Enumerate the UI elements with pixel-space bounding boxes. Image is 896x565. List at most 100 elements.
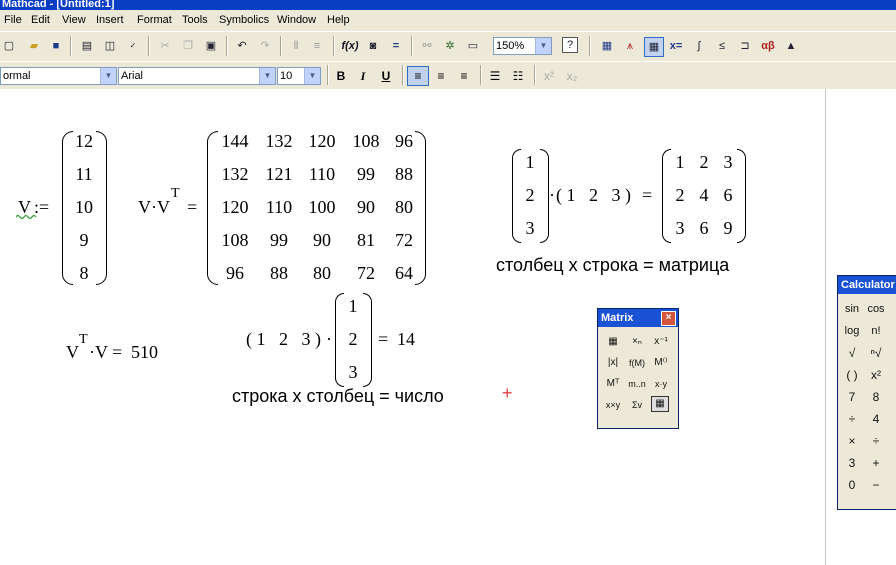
matrix-cell[interactable]: 96 xyxy=(386,131,422,152)
calculator-palette[interactable]: Calculator sin cos t log n! √ ⁿ√ ( ) x² … xyxy=(837,275,896,510)
matrix-cell[interactable]: 12 xyxy=(72,131,96,152)
calc-button-multiply[interactable]: × xyxy=(842,432,862,450)
matrix-cell[interactable]: 1 xyxy=(670,152,690,173)
calc-button-8[interactable]: 8 xyxy=(866,388,886,406)
boolean-toolbar-icon[interactable]: ≤ xyxy=(713,37,731,55)
matrix-cell[interactable]: 99 xyxy=(348,164,384,185)
underline-icon[interactable]: U xyxy=(376,66,396,86)
matrix-cell[interactable]: 8 xyxy=(72,263,96,284)
chevron-down-icon[interactable]: ▼ xyxy=(304,68,320,84)
matrix-cell[interactable]: 121 xyxy=(261,164,297,185)
matrix-cell[interactable]: 4 xyxy=(694,185,714,206)
undo-icon[interactable]: ↶ xyxy=(233,37,251,55)
font-select[interactable]: Arial ▼ xyxy=(118,67,276,85)
menu-view[interactable]: View xyxy=(62,14,86,26)
calc-button-7[interactable]: 7 xyxy=(842,388,862,406)
matrix-cell[interactable]: 100 xyxy=(304,197,340,218)
matrix-cell[interactable]: 80 xyxy=(386,197,422,218)
matrix-cell[interactable]: 120 xyxy=(217,197,253,218)
align-center-icon[interactable]: ≡ xyxy=(431,66,451,86)
calc-button-log[interactable]: log xyxy=(842,322,862,340)
menu-window[interactable]: Window xyxy=(277,14,316,26)
calc-button-sin[interactable]: sin xyxy=(842,300,862,318)
programming-toolbar-icon[interactable]: ⊐ xyxy=(736,37,754,55)
matrix-cell[interactable]: 64 xyxy=(386,263,422,284)
matrix-transpose-icon[interactable]: Mᵀ xyxy=(603,375,623,393)
matrix-cell[interactable]: 132 xyxy=(261,131,297,152)
style-select[interactable]: ormal ▼ xyxy=(0,67,117,85)
bullet-list-icon[interactable]: ☰ xyxy=(485,66,505,86)
menu-help[interactable]: Help xyxy=(327,14,350,26)
menu-file[interactable]: File xyxy=(4,14,22,26)
component-wizard-icon[interactable]: ✲ xyxy=(441,37,459,55)
symbolic-toolbar-icon[interactable]: ▲ xyxy=(782,37,800,55)
print-icon[interactable]: ▤ xyxy=(78,37,96,55)
close-icon[interactable]: × xyxy=(661,311,676,326)
picture-icon[interactable]: ▦ xyxy=(651,396,669,412)
calculus-toolbar-icon[interactable]: ∫ xyxy=(690,37,708,55)
menu-tools[interactable]: Tools xyxy=(182,14,208,26)
menu-edit[interactable]: Edit xyxy=(31,14,50,26)
matrix-cell[interactable]: 72 xyxy=(386,230,422,251)
numbered-list-icon[interactable]: ☷ xyxy=(508,66,528,86)
matrix-subscript-icon[interactable]: ×ₙ xyxy=(627,333,647,351)
insert-unit-icon[interactable]: ◙ xyxy=(364,37,382,55)
calc-button-square[interactable]: x² xyxy=(866,366,886,384)
matrix-toolbar-icon[interactable]: ▦ xyxy=(644,37,664,57)
zoom-select[interactable]: 150% ▼ xyxy=(493,37,552,55)
matrix-cell[interactable]: 2 xyxy=(343,329,363,350)
calc-button-tan[interactable]: t xyxy=(888,300,896,318)
chevron-down-icon[interactable]: ▼ xyxy=(259,68,275,84)
menu-symbolics[interactable]: Symbolics xyxy=(219,14,269,26)
matrix-cell[interactable]: 144 xyxy=(217,131,253,152)
calc-button-divide[interactable]: ÷ xyxy=(866,432,886,450)
matrix-cell[interactable]: 110 xyxy=(304,164,340,185)
matrix-palette[interactable]: Matrix × ▦ ×ₙ x⁻¹ |x| f(M) M⁽⁾ Mᵀ m..n x… xyxy=(597,308,679,429)
superscript-icon[interactable]: x² xyxy=(539,66,559,86)
graph-toolbar-icon[interactable]: ⩚ xyxy=(621,37,639,55)
matrix-cell[interactable]: 120 xyxy=(304,131,340,152)
calc-button-factorial[interactable]: n! xyxy=(866,322,886,340)
paste-icon[interactable]: ▣ xyxy=(202,37,220,55)
calc-button-fraction[interactable]: ÷ xyxy=(842,410,862,428)
calc-button-cos[interactable]: cos xyxy=(866,300,886,318)
calc-button-nth-root[interactable]: ⁿ√ xyxy=(866,344,886,362)
align-right-icon[interactable]: ≡ xyxy=(454,66,474,86)
cut-icon[interactable]: ✂ xyxy=(156,37,174,55)
chevron-down-icon[interactable]: ▼ xyxy=(100,68,116,84)
matrix-cell[interactable]: 9 xyxy=(718,218,738,239)
align-across-icon[interactable]: ⫴ xyxy=(287,37,305,55)
font-size-select[interactable]: 10 ▼ xyxy=(277,67,321,85)
new-icon[interactable]: ▢ xyxy=(0,37,18,55)
matrix-cell[interactable]: 90 xyxy=(348,197,384,218)
matrix-cell[interactable]: 2 xyxy=(670,185,690,206)
calculator-toolbar-icon[interactable]: ▦ xyxy=(598,37,616,55)
menu-insert[interactable]: Insert xyxy=(96,14,124,26)
matrix-cell[interactable]: 3 xyxy=(520,218,540,239)
run-script-icon[interactable]: ▭ xyxy=(464,37,482,55)
matrix-cell[interactable]: 3 xyxy=(670,218,690,239)
matrix-column-icon[interactable]: M⁽⁾ xyxy=(651,354,671,372)
greek-toolbar-icon[interactable]: αβ xyxy=(759,37,777,55)
matrix-inverse-icon[interactable]: x⁻¹ xyxy=(651,333,671,351)
spell-check-icon[interactable]: ✓ xyxy=(124,37,142,55)
calc-button-0[interactable]: 0 xyxy=(842,476,862,494)
matrix-cell[interactable]: 80 xyxy=(304,263,340,284)
calc-button-plus[interactable]: + xyxy=(866,454,886,472)
matrix-cell[interactable]: 2 xyxy=(520,185,540,206)
evaluation-toolbar-icon[interactable]: x= xyxy=(667,37,685,55)
dot-product-icon[interactable]: x·y xyxy=(651,375,671,393)
calculator-palette-titlebar[interactable]: Calculator xyxy=(838,276,896,294)
align-left-icon[interactable]: ≡ xyxy=(407,66,429,86)
matrix-cell[interactable]: 108 xyxy=(348,131,384,152)
calc-button-4[interactable]: 4 xyxy=(866,410,886,428)
bold-icon[interactable]: B xyxy=(331,66,351,86)
matrix-cell[interactable]: 11 xyxy=(72,164,96,185)
matrix-cell[interactable]: 108 xyxy=(217,230,253,251)
menu-format[interactable]: Format xyxy=(137,14,172,26)
matrix-cell[interactable]: 6 xyxy=(694,218,714,239)
insert-hyperlink-icon[interactable]: ⚯ xyxy=(418,37,436,55)
subscript-icon[interactable]: x₂ xyxy=(562,66,582,86)
matrix-cell[interactable]: 96 xyxy=(217,263,253,284)
insert-matrix-icon[interactable]: ▦ xyxy=(603,333,623,351)
